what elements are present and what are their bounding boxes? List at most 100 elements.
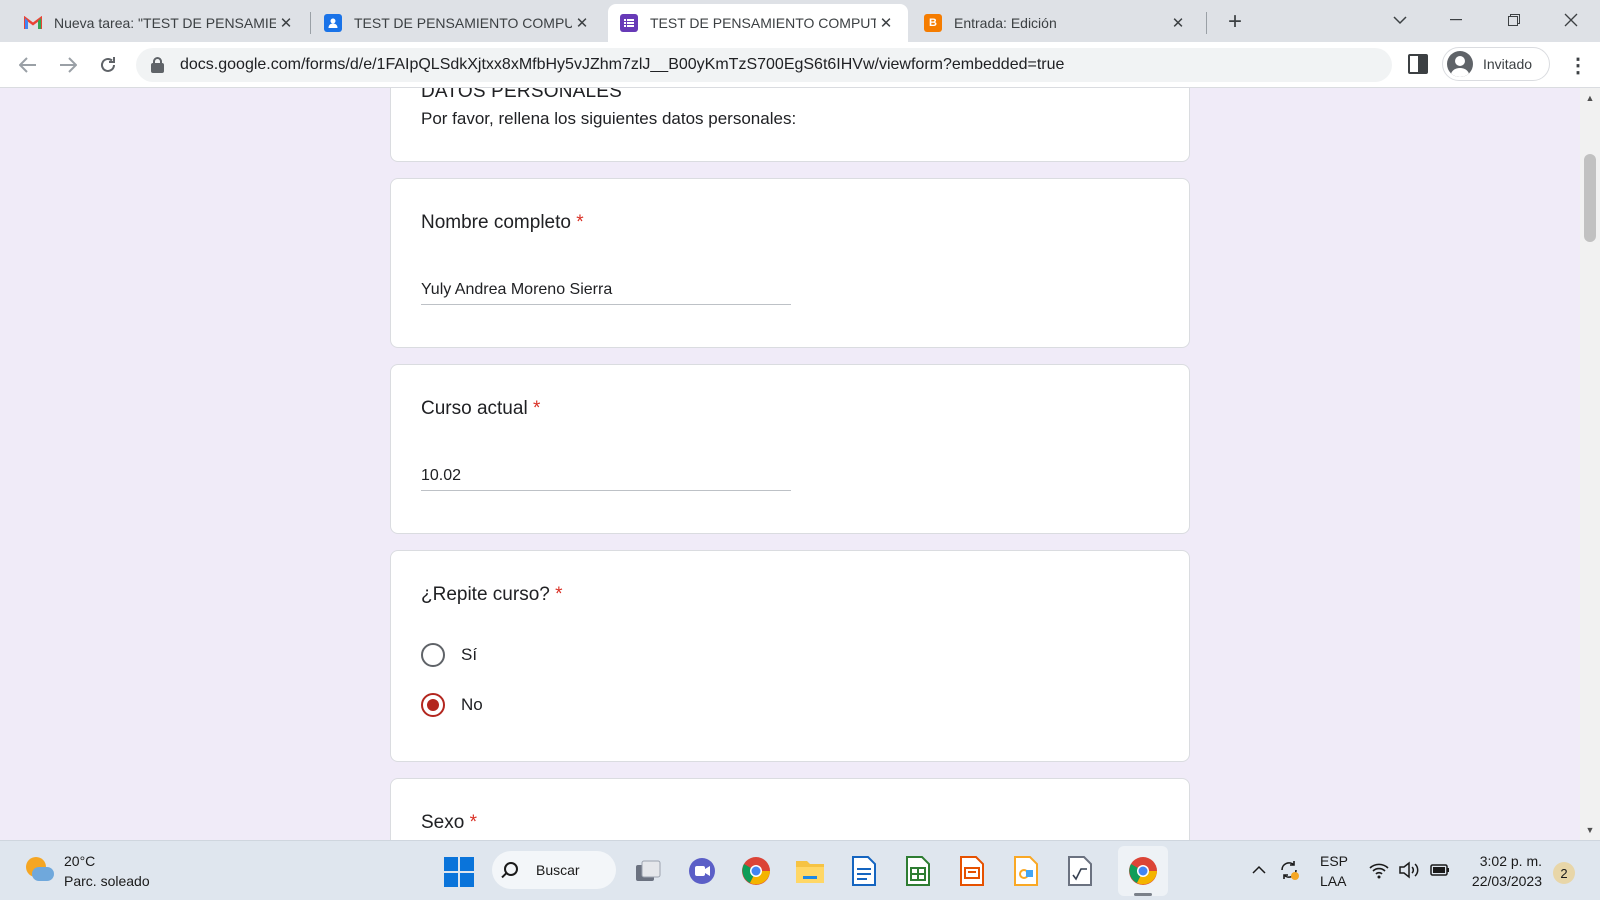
question-card-nombre: Nombre completo * Yuly Andrea Moreno Sie… bbox=[390, 178, 1190, 348]
search-label: Buscar bbox=[536, 862, 580, 878]
tab-classroom[interactable]: TEST DE PENSAMIENTO COMPUT ✕ bbox=[312, 4, 604, 42]
tab-search-button[interactable] bbox=[1380, 6, 1420, 34]
profile-label: Invitado bbox=[1483, 56, 1533, 72]
chrome-active-icon[interactable] bbox=[1127, 855, 1159, 887]
weather-icon[interactable] bbox=[24, 855, 54, 885]
required-asterisk: * bbox=[469, 812, 477, 833]
radio-button-selected[interactable] bbox=[421, 693, 445, 717]
gmail-icon bbox=[24, 14, 42, 32]
impress-icon[interactable] bbox=[956, 855, 988, 887]
url-text: docs.google.com/forms/d/e/1FAIpQLSdkXjtx… bbox=[180, 56, 1065, 73]
new-tab-button[interactable]: + bbox=[1222, 8, 1248, 35]
question-label: Nombre completo * bbox=[421, 212, 584, 234]
question-label: Curso actual * bbox=[421, 398, 540, 420]
minimize-button[interactable] bbox=[1436, 6, 1476, 34]
notification-badge[interactable]: 2 bbox=[1553, 862, 1575, 884]
reload-button[interactable] bbox=[94, 51, 122, 79]
question-text: Curso actual bbox=[421, 398, 528, 419]
radio-option-no[interactable]: No bbox=[421, 693, 483, 717]
section-title: DATOS PERSONALES bbox=[421, 88, 623, 102]
sync-icon[interactable] bbox=[1278, 859, 1300, 881]
tab-gmail[interactable]: Nueva tarea: "TEST DE PENSAMIE ✕ bbox=[12, 4, 308, 42]
clock-time[interactable]: 3:02 p. m. bbox=[1460, 853, 1542, 869]
file-explorer-icon[interactable] bbox=[794, 855, 826, 887]
tab-separator bbox=[310, 12, 311, 34]
back-button[interactable] bbox=[14, 51, 42, 79]
tab-strip: Nueva tarea: "TEST DE PENSAMIE ✕ TEST DE… bbox=[0, 0, 1600, 42]
browser-toolbar: docs.google.com/forms/d/e/1FAIpQLSdkXjtx… bbox=[0, 42, 1600, 88]
math-icon[interactable] bbox=[1064, 855, 1096, 887]
avatar bbox=[1447, 51, 1473, 77]
more-menu-icon[interactable]: ⋮ bbox=[1568, 54, 1588, 77]
page-scrollbar[interactable]: ▲ ▼ bbox=[1580, 88, 1600, 840]
draw-icon[interactable] bbox=[1010, 855, 1042, 887]
close-icon[interactable]: ✕ bbox=[876, 13, 896, 33]
close-icon[interactable]: ✕ bbox=[1168, 13, 1188, 33]
active-app-indicator bbox=[1134, 893, 1152, 896]
lock-icon bbox=[150, 57, 166, 73]
volume-icon[interactable] bbox=[1398, 859, 1420, 881]
windows-start-icon[interactable] bbox=[444, 857, 474, 887]
windows-taskbar: 20°C Parc. soleado Buscar ESP LAA 3:02 p… bbox=[0, 840, 1600, 900]
question-text: Sexo bbox=[421, 812, 465, 833]
back-arrow-icon bbox=[19, 57, 36, 73]
weather-description[interactable]: Parc. soleado bbox=[64, 873, 150, 889]
tab-title: TEST DE PENSAMIENTO COMPUT bbox=[354, 15, 572, 31]
calc-icon[interactable] bbox=[902, 855, 934, 887]
question-label: ¿Repite curso? * bbox=[421, 584, 563, 606]
section-header-card: DATOS PERSONALES Por favor, rellena los … bbox=[390, 88, 1190, 162]
search-icon bbox=[504, 862, 518, 876]
chevron-down-icon bbox=[1393, 16, 1407, 25]
reload-icon bbox=[101, 57, 115, 72]
forward-button[interactable] bbox=[54, 51, 82, 79]
required-asterisk: * bbox=[576, 212, 584, 233]
form-content: DATOS PERSONALES Por favor, rellena los … bbox=[0, 88, 1580, 840]
weather-temperature[interactable]: 20°C bbox=[64, 853, 95, 869]
radio-label: Sí bbox=[461, 645, 478, 664]
restore-icon bbox=[1508, 14, 1520, 26]
scroll-thumb[interactable] bbox=[1584, 154, 1596, 242]
classroom-icon bbox=[324, 14, 342, 32]
restore-button[interactable] bbox=[1494, 6, 1534, 34]
question-text: Nombre completo bbox=[421, 212, 571, 233]
nombre-input[interactable]: Yuly Andrea Moreno Sierra bbox=[421, 281, 791, 305]
question-label: Sexo * bbox=[421, 812, 477, 834]
forward-arrow-icon bbox=[60, 57, 77, 73]
wifi-icon[interactable] bbox=[1368, 859, 1390, 881]
scroll-up-arrow-icon[interactable]: ▲ bbox=[1580, 90, 1600, 106]
chrome-icon[interactable] bbox=[740, 855, 772, 887]
tab-title: Nueva tarea: "TEST DE PENSAMIE bbox=[54, 15, 276, 31]
required-asterisk: * bbox=[532, 398, 541, 419]
teams-chat-icon[interactable] bbox=[686, 855, 718, 887]
question-card-curso: Curso actual * 10.02 bbox=[390, 364, 1190, 534]
tab-blogger[interactable]: B Entrada: Edición ✕ bbox=[912, 4, 1200, 42]
taskbar-search[interactable]: Buscar bbox=[492, 851, 616, 889]
battery-icon[interactable] bbox=[1428, 859, 1450, 881]
chevron-up-icon[interactable] bbox=[1248, 859, 1270, 881]
profile-button[interactable]: Invitado bbox=[1442, 47, 1550, 81]
close-window-button[interactable] bbox=[1551, 6, 1591, 34]
radio-label: No bbox=[461, 695, 483, 714]
scroll-down-arrow-icon[interactable]: ▼ bbox=[1580, 822, 1600, 838]
tab-separator bbox=[1206, 12, 1207, 34]
clock-date[interactable]: 22/03/2023 bbox=[1460, 873, 1542, 889]
close-icon[interactable]: ✕ bbox=[276, 13, 296, 33]
side-panel-icon[interactable] bbox=[1408, 54, 1428, 74]
close-icon[interactable]: ✕ bbox=[572, 13, 592, 33]
blogger-icon: B bbox=[924, 14, 942, 32]
question-card-repite: ¿Repite curso? * Sí No bbox=[390, 550, 1190, 762]
radio-button[interactable] bbox=[421, 643, 445, 667]
keyboard-layout[interactable]: LAA bbox=[1320, 873, 1346, 889]
curso-input[interactable]: 10.02 bbox=[421, 467, 791, 491]
task-view-icon[interactable] bbox=[632, 855, 664, 887]
writer-icon[interactable] bbox=[848, 855, 880, 887]
tab-forms[interactable]: TEST DE PENSAMIENTO COMPUT ✕ bbox=[608, 4, 908, 42]
address-bar[interactable]: docs.google.com/forms/d/e/1FAIpQLSdkXjtx… bbox=[136, 48, 1392, 82]
radio-option-si[interactable]: Sí bbox=[421, 643, 477, 667]
required-asterisk: * bbox=[555, 584, 563, 605]
section-description: Por favor, rellena los siguientes datos … bbox=[421, 109, 797, 128]
tab-title: TEST DE PENSAMIENTO COMPUT bbox=[650, 15, 876, 31]
question-card-sexo: Sexo * bbox=[390, 778, 1190, 840]
language-indicator[interactable]: ESP bbox=[1320, 853, 1348, 869]
minimize-icon bbox=[1450, 19, 1462, 21]
